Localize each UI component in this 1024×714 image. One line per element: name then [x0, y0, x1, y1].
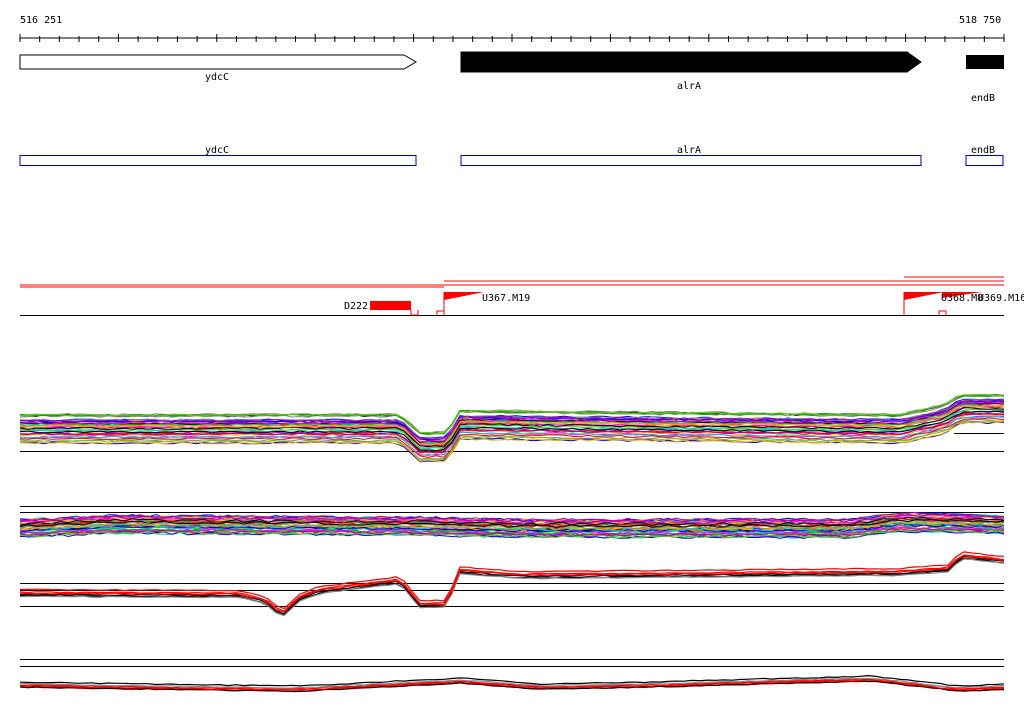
expression-panel-2 [19, 506, 1005, 540]
gene-label-endB: endB [971, 93, 995, 104]
probe-label-D222: D222 [344, 301, 368, 312]
gene-box-alrA[interactable] [460, 155, 922, 166]
gene-box-label-endB: endB [971, 145, 995, 156]
panel-4-traces [19, 674, 1005, 693]
gene-arrow-ydcC[interactable] [19, 54, 417, 70]
coordinate-ruler: 516 251 518 750 [19, 15, 1005, 42]
expression-panel-4 [19, 659, 1005, 693]
probe-label-U369: U369.M16 [978, 293, 1024, 304]
expression-trace [19, 558, 1005, 617]
gene-label-alrA: alrA [677, 81, 701, 92]
expression-panel-3 [19, 551, 1005, 617]
ruler-start-label: 516 251 [20, 15, 62, 26]
probe-track: D222 U367.M19 U368.M8 U369.M16 [20, 276, 1024, 316]
gene-box-label-ydcC: ydcC [205, 145, 229, 156]
gene-arrow-alrA[interactable] [460, 51, 922, 73]
expression-trace [20, 551, 1005, 610]
ruler-end-label: 518 750 [959, 15, 1001, 26]
genome-browser-canvas: 516 251 518 750 ydcC alrA endB ydcC alrA… [19, 15, 1024, 693]
gene-box-label-alrA: alrA [677, 145, 701, 156]
expression-panel-1 [19, 393, 1005, 463]
gene-label-ydcC: ydcC [205, 72, 229, 83]
probe-label-U367: U367.M19 [482, 293, 530, 304]
expression-trace [19, 555, 1005, 615]
probe-block-D222[interactable] [370, 301, 411, 310]
probe-label-U368: U368.M8 [941, 293, 983, 304]
gene-box-ydcC[interactable] [19, 155, 417, 166]
gene-arrow-track: ydcC alrA endB [19, 51, 1004, 104]
gene-box-track: ydcC alrA endB [19, 145, 1004, 166]
gene-box-endB[interactable] [965, 155, 1004, 166]
gene-arrow-endB[interactable] [966, 55, 1004, 69]
panel-2-traces [19, 511, 1005, 540]
probe-flag-U367[interactable] [443, 292, 484, 315]
probe-flag-U368[interactable] [903, 292, 944, 315]
